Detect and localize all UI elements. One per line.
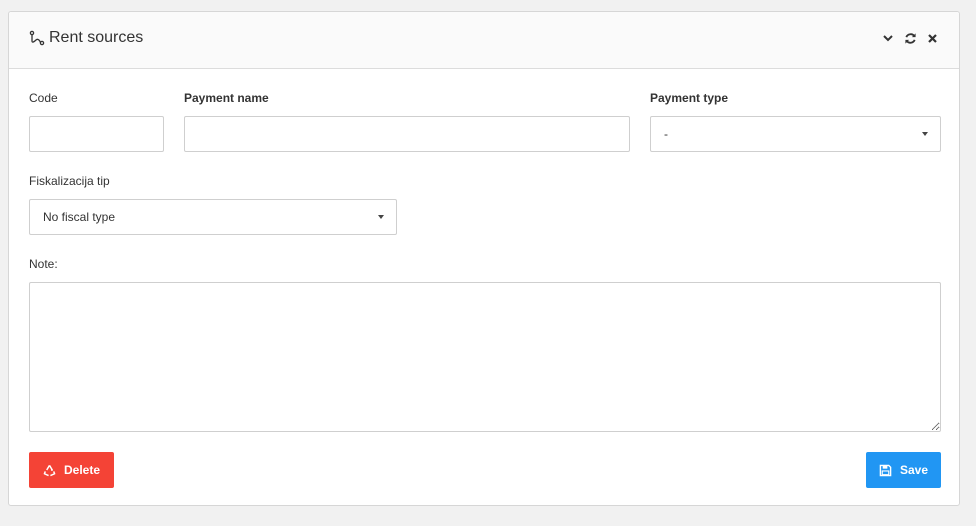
save-button[interactable]: Save [866,452,941,488]
payment-type-label: Payment type [650,91,729,105]
payment-type-select[interactable]: - [650,116,941,152]
payment-type-value: - [664,127,668,141]
delete-button[interactable]: Delete [29,452,114,488]
note-label: Note: [29,257,58,271]
caret-down-icon [378,215,384,219]
caret-down-icon [922,132,928,136]
header-tools [881,31,939,45]
floppy-disk-icon [879,464,892,477]
panel-title: Rent sources [29,29,143,47]
code-field[interactable] [29,116,164,152]
panel-header: Rent sources [9,12,959,69]
delete-button-label: Delete [63,463,101,477]
recycle-icon [43,464,56,477]
fiscal-type-label: Fiskalizacija tip [29,174,110,188]
payment-name-label: Payment name [184,91,269,105]
save-button-label: Save [899,463,929,477]
fiscal-type-select[interactable]: No fiscal type [29,199,397,235]
close-icon[interactable] [925,31,939,45]
rent-sources-panel: Rent sources Code Payment name Payment t… [8,11,960,506]
fiscal-type-value: No fiscal type [43,210,116,224]
payment-name-field[interactable] [184,116,630,152]
note-textarea[interactable] [29,282,941,432]
route-icon [29,30,45,46]
refresh-icon[interactable] [903,31,917,45]
panel-title-text: Rent sources [49,29,144,46]
chevron-down-icon[interactable] [881,31,895,45]
code-label: Code [29,91,58,105]
